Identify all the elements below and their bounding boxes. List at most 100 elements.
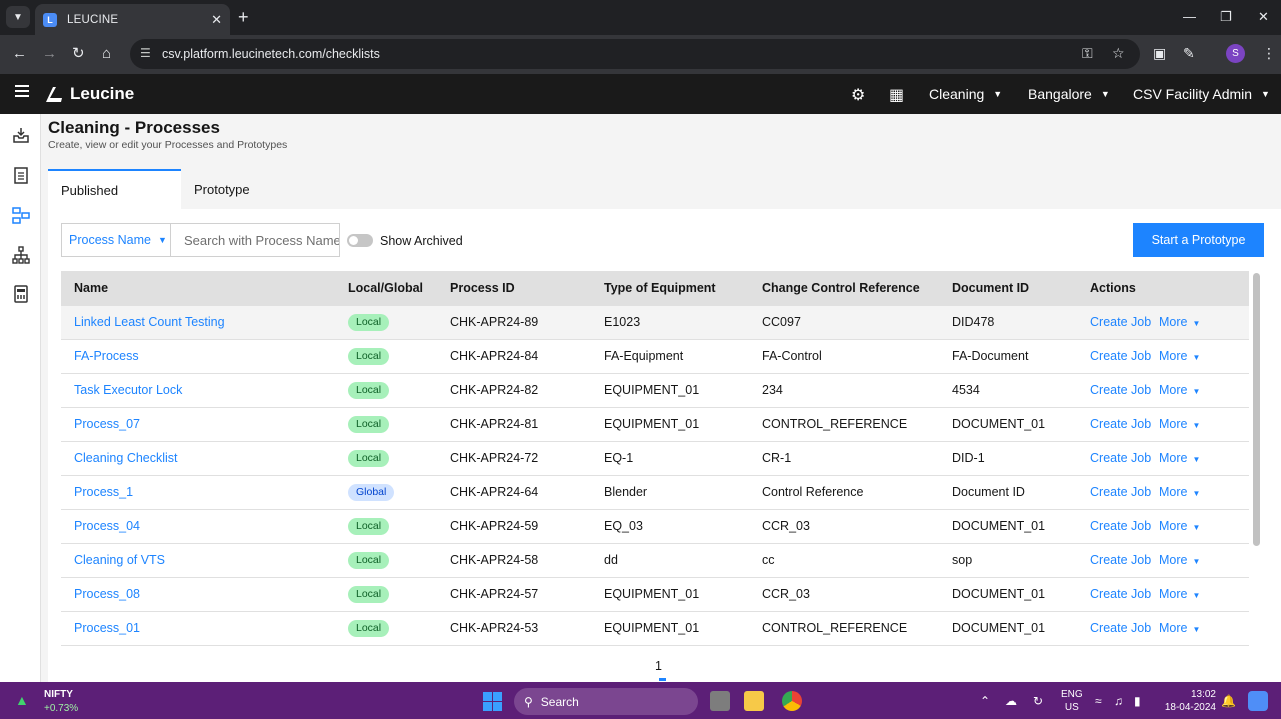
password-key-icon[interactable]: ⚿ [1082,45,1093,62]
chrome-icon[interactable] [782,691,802,711]
create-job-link[interactable]: Create Job [1090,587,1151,601]
checklist-icon[interactable] [11,165,31,185]
start-prototype-button[interactable]: Start a Prototype [1133,223,1264,257]
copilot-icon[interactable] [1248,691,1268,711]
process-id: CHK-APR24-59 [450,519,539,533]
more-label: More [1159,315,1188,329]
onedrive-icon[interactable]: ☁ [1005,694,1017,708]
tab-search-button[interactable]: ▼ [6,6,30,28]
process-name-link[interactable]: Task Executor Lock [74,383,182,397]
more-label: More [1159,485,1188,499]
settings-gear-icon[interactable]: ⚙ [851,85,865,105]
more-actions-dropdown[interactable]: More ▼ [1159,553,1200,567]
more-actions-dropdown[interactable]: More ▼ [1159,315,1200,329]
create-job-link[interactable]: Create Job [1090,451,1151,465]
stock-chart-icon: ▲ [15,692,29,708]
process-name-link[interactable]: Process_08 [74,587,140,601]
create-job-link[interactable]: Create Job [1090,485,1151,499]
create-job-link[interactable]: Create Job [1090,349,1151,363]
table-scrollbar[interactable] [1253,273,1260,546]
process-name-link[interactable]: FA-Process [74,349,139,363]
bookmark-star-icon[interactable]: ☆ [1112,45,1125,62]
show-archived-toggle[interactable] [347,234,373,247]
restore-icon[interactable]: ❐ [1220,9,1232,25]
create-job-link[interactable]: Create Job [1090,417,1151,431]
file-explorer-icon[interactable] [744,691,764,711]
table-row: Linked Least Count Testing CHK-APR24-89 E1… [61,306,1249,340]
table-row: Process_01 CHK-APR24-53 EQUIPMENT_01 CONTRO… [61,612,1249,646]
create-job-link[interactable]: Create Job [1090,383,1151,397]
close-window-icon[interactable]: ✕ [1258,9,1269,25]
tab-prototype[interactable]: Prototype [181,169,301,209]
minimize-icon[interactable]: — [1183,9,1196,24]
clock-date: 18-04-2024 [1164,702,1216,713]
browser-menu-icon[interactable]: ⋮ [1262,45,1276,62]
camera-icon[interactable]: ▣ [1153,45,1166,62]
more-actions-dropdown[interactable]: More ▼ [1159,621,1200,635]
processes-icon[interactable] [11,205,31,225]
processes-table: Name Local/Global Process ID Type of Equ… [61,271,1249,649]
create-job-link[interactable]: Create Job [1090,315,1151,329]
more-actions-dropdown[interactable]: More ▼ [1159,383,1200,397]
filter-field-dropdown[interactable]: Process Name ▼ [61,223,171,257]
profile-avatar[interactable]: S [1226,44,1245,63]
extensions-icon[interactable]: ✎ [1183,45,1195,62]
more-actions-dropdown[interactable]: More ▼ [1159,451,1200,465]
chevron-down-icon: ▼ [1100,89,1110,99]
process-name-link[interactable]: Linked Least Count Testing [74,315,225,329]
windows-start-icon[interactable] [483,692,502,711]
close-tab-icon[interactable]: ✕ [211,12,222,28]
document-id: FA-Document [952,349,1029,363]
sync-icon[interactable]: ↻ [1033,694,1043,708]
volume-icon[interactable]: ♫ [1114,694,1123,708]
page-number[interactable]: 1 [655,659,662,673]
role-dropdown[interactable]: CSV Facility Admin ▼ [1133,86,1270,102]
process-name-link[interactable]: Cleaning of VTS [74,553,165,567]
caret-down-icon: ▼ [1192,455,1201,464]
more-actions-dropdown[interactable]: More ▼ [1159,349,1200,363]
battery-icon[interactable]: ▮ [1134,694,1141,708]
back-icon[interactable]: ← [12,45,27,63]
tab-published[interactable]: Published [48,169,181,209]
caret-down-icon: ▼ [1192,421,1201,430]
caret-down-icon: ▼ [1192,557,1201,566]
more-actions-dropdown[interactable]: More ▼ [1159,519,1200,533]
tray-overflow-icon[interactable]: ⌃ [980,694,990,708]
task-view-icon[interactable] [710,691,730,711]
create-job-link[interactable]: Create Job [1090,621,1151,635]
site-info-icon[interactable]: ☰ [140,46,151,60]
create-job-link[interactable]: Create Job [1090,553,1151,567]
process-name-link[interactable]: Process_01 [74,621,140,635]
inbox-icon[interactable] [11,125,31,145]
more-actions-dropdown[interactable]: More ▼ [1159,417,1200,431]
scan-icon[interactable]: ▦ [889,85,904,105]
reports-icon[interactable] [11,284,31,304]
address-bar[interactable]: ☰ csv.platform.leucinetech.com/checklist… [130,39,1140,69]
search-input[interactable] [171,223,340,257]
hamburger-menu-icon[interactable] [15,85,29,97]
more-actions-dropdown[interactable]: More ▼ [1159,485,1200,499]
system-clock[interactable]: 13:02 18-04-2024 [1163,688,1216,714]
process-name-link[interactable]: Process_04 [74,519,140,533]
process-name-link[interactable]: Cleaning Checklist [74,451,178,465]
taskbar-search[interactable]: ⚲ Search [514,688,698,715]
site-dropdown[interactable]: Bangalore ▼ [1028,86,1110,102]
new-tab-icon[interactable]: + [238,8,249,26]
browser-tab[interactable]: L LEUCINE ✕ [35,4,230,35]
hierarchy-icon[interactable] [11,245,31,265]
reload-icon[interactable]: ↻ [72,45,85,63]
home-icon[interactable]: ⌂ [102,45,111,63]
table-body: Linked Least Count Testing CHK-APR24-89 E1… [61,306,1249,646]
brand-logo[interactable]: Leucine [44,84,134,104]
language-indicator[interactable]: ENG US [1061,688,1083,714]
create-job-link[interactable]: Create Job [1090,519,1151,533]
wifi-icon[interactable]: ≈ [1095,694,1102,708]
notification-bell-icon[interactable]: 🔔 [1221,694,1236,708]
ticker-name[interactable]: NIFTY [44,689,73,700]
process-name-link[interactable]: Process_07 [74,417,140,431]
process-id: CHK-APR24-53 [450,621,539,635]
forward-icon[interactable]: → [42,45,57,63]
process-name-link[interactable]: Process_1 [74,485,133,499]
more-actions-dropdown[interactable]: More ▼ [1159,587,1200,601]
use-case-dropdown[interactable]: Cleaning ▼ [929,86,1002,102]
